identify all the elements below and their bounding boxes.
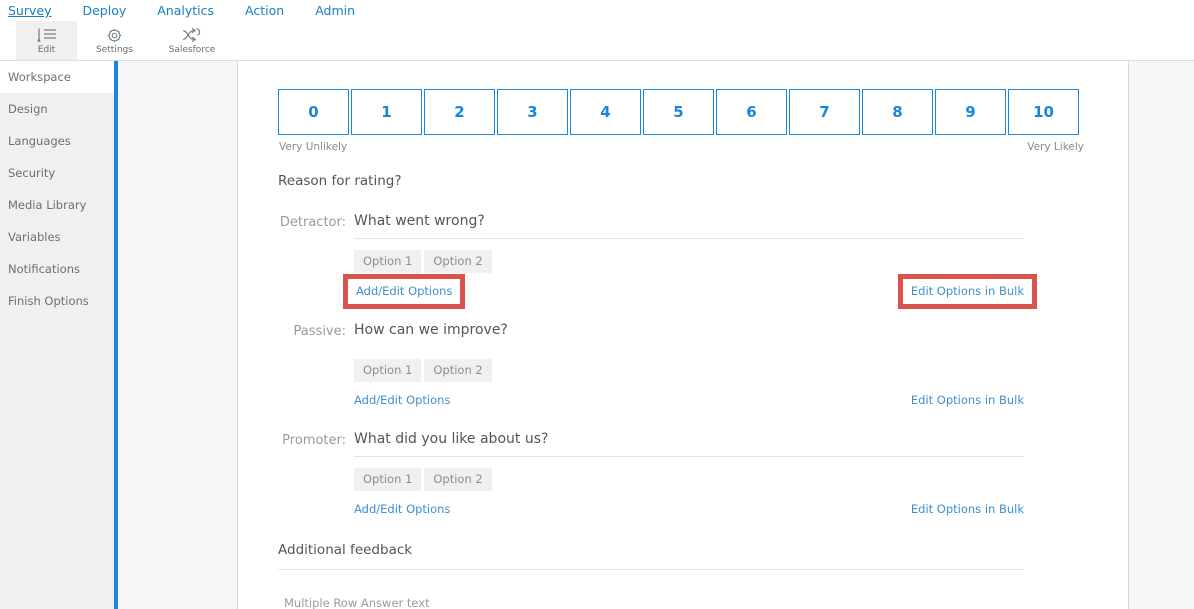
sidebar-item-variables[interactable]: Variables (0, 221, 114, 253)
ribbon-tab-salesforce[interactable]: Salesforce (152, 21, 232, 60)
additional-feedback-divider (278, 569, 1024, 570)
canvas-gutter (114, 61, 238, 609)
question-group-label: Promoter: (282, 433, 346, 448)
multi-row-answer[interactable]: Multiple Row Answer text (284, 596, 526, 609)
right-panel (1128, 61, 1194, 609)
survey-content: 0 1 2 3 4 5 6 7 8 9 10 Very Unlikely Very Likely R… (238, 61, 1128, 609)
option-chip[interactable]: Option 2 (424, 468, 492, 491)
nps-scale-box-2[interactable]: 2 (424, 89, 495, 135)
sidebar-item-design[interactable]: Design (0, 93, 114, 125)
option-chip[interactable]: Option 2 (424, 359, 492, 382)
ribbon-tab-edit[interactable]: Edit (16, 21, 77, 60)
survey-canvas: 0 1 2 3 4 5 6 7 8 9 10 Very Unlikely Very Likely R… (238, 61, 1128, 609)
option-chip[interactable]: Option 2 (424, 250, 492, 273)
topnav-item-admin[interactable]: Admin (315, 3, 372, 18)
additional-feedback-title: Additional feedback (278, 542, 413, 558)
option-actions: Add/Edit Options Edit Options in Bulk (354, 393, 1024, 407)
gear-icon (106, 26, 123, 44)
nps-scale-box-0[interactable]: 0 (278, 89, 349, 135)
sidebar-item-languages[interactable]: Languages (0, 125, 114, 157)
main-shell: Workspace Design Languages Security Media Li… (0, 61, 1194, 609)
add-edit-options-link[interactable]: Add/Edit Options (354, 502, 450, 516)
highlight-box: Edit Options in Bulk (897, 274, 1037, 309)
option-chip-list: Option 1 Option 2 (354, 468, 1024, 491)
nps-scale-box-8[interactable]: 8 (862, 89, 933, 135)
question-text-input[interactable]: What went wrong? (354, 213, 1024, 239)
topnav-item-deploy[interactable]: Deploy (82, 3, 143, 18)
question-groups: Detractor: What went wrong? Option 1 Option… (238, 213, 1128, 516)
question-group-label: Passive: (293, 324, 346, 339)
salesforce-shuffle-icon (181, 26, 203, 44)
add-edit-options-link[interactable]: Add/Edit Options (356, 284, 452, 298)
sidebar-item-media-library[interactable]: Media Library (0, 189, 114, 221)
nps-scale-box-4[interactable]: 4 (570, 89, 641, 135)
nps-scale-box-10[interactable]: 10 (1008, 89, 1079, 135)
topnav-item-survey[interactable]: Survey (8, 3, 68, 18)
nps-scale: 0 1 2 3 4 5 6 7 8 9 10 (238, 61, 1128, 135)
sidebar-item-notifications[interactable]: Notifications (0, 253, 114, 285)
question-group-label: Detractor: (279, 215, 346, 230)
edit-options-in-bulk-link[interactable]: Edit Options in Bulk (911, 284, 1024, 298)
option-chip-list: Option 1 Option 2 (354, 250, 1024, 273)
question-group-field: How can we improve? Option 1 Option 2 Add/E… (346, 322, 1128, 407)
edit-options-in-bulk-link[interactable]: Edit Options in Bulk (911, 393, 1024, 407)
ribbon-tab-label: Settings (96, 45, 133, 55)
option-chip[interactable]: Option 1 (354, 250, 422, 273)
edit-options-in-bulk-link[interactable]: Edit Options in Bulk (911, 502, 1024, 516)
option-chip[interactable]: Option 1 (354, 359, 422, 382)
topnav-item-action[interactable]: Action (245, 3, 301, 18)
nps-scale-box-9[interactable]: 9 (935, 89, 1006, 135)
nps-scale-box-3[interactable]: 3 (497, 89, 568, 135)
nps-scale-box-7[interactable]: 7 (789, 89, 860, 135)
option-actions: Add/Edit Options Edit Options in Bulk (354, 502, 1024, 516)
question-group-detractor: Detractor: What went wrong? Option 1 Option… (238, 213, 1128, 309)
left-sidebar: Workspace Design Languages Security Media Li… (0, 61, 114, 609)
sidebar-item-finish-options[interactable]: Finish Options (0, 285, 114, 317)
nps-scale-box-5[interactable]: 5 (643, 89, 714, 135)
question-group-field: What did you like about us? Option 1 Optio… (346, 431, 1128, 516)
nps-scale-labels: Very Unlikely Very Likely (238, 141, 1128, 153)
add-edit-options-link[interactable]: Add/Edit Options (354, 393, 450, 407)
question-text-input[interactable]: How can we improve? (354, 322, 1024, 348)
question-text-input[interactable]: What did you like about us? (354, 431, 1024, 457)
ribbon-tab-settings[interactable]: Settings (77, 21, 152, 60)
question-group-passive: Passive: How can we improve? Option 1 Optio… (238, 322, 1128, 407)
option-chip[interactable]: Option 1 (354, 468, 422, 491)
nps-scale-box-1[interactable]: 1 (351, 89, 422, 135)
scale-high-label: Very Likely (1027, 141, 1084, 153)
active-page-rail (114, 61, 118, 609)
multi-row-answer-placeholder: Multiple Row Answer text (284, 596, 430, 609)
option-chip-list: Option 1 Option 2 (354, 359, 1024, 382)
nps-scale-box-6[interactable]: 6 (716, 89, 787, 135)
ribbon-tab-label: Salesforce (168, 45, 216, 55)
sidebar-item-security[interactable]: Security (0, 157, 114, 189)
ribbon-toolbar: Edit Settings Salesforce (0, 21, 1194, 61)
question-group-field: What went wrong? Option 1 Option 2 Add/Edit… (343, 213, 1128, 309)
ribbon-tab-label: Edit (37, 45, 56, 55)
scale-low-label: Very Unlikely (279, 141, 348, 153)
top-navigation-bar: Survey Deploy Analytics Action Admin (0, 0, 1194, 21)
sidebar-item-workspace[interactable]: Workspace (0, 61, 114, 93)
reason-for-rating-title: Reason for rating? (278, 173, 402, 189)
option-actions: Add/Edit Options Edit Options in Bulk (343, 274, 1037, 309)
highlight-box: Add/Edit Options (343, 274, 466, 309)
question-group-promoter: Promoter: What did you like about us? Opti… (238, 431, 1128, 516)
topnav-item-analytics[interactable]: Analytics (157, 3, 231, 18)
edit-pen-icon (36, 26, 58, 44)
